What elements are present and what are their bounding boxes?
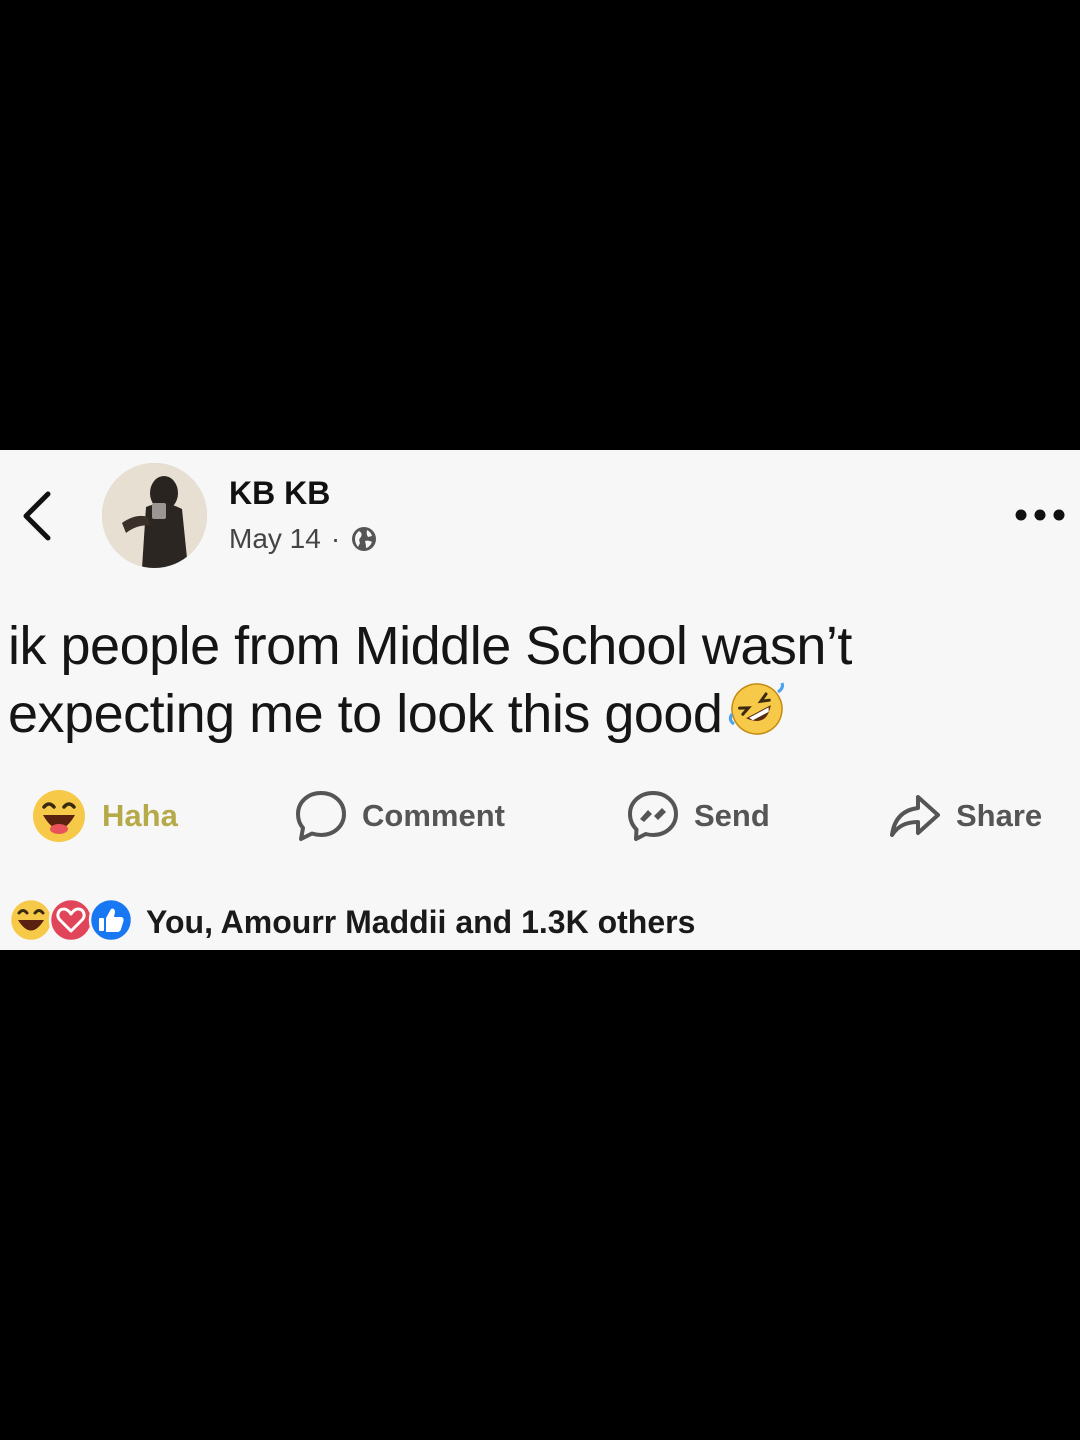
- post-body: ik people from Middle School wasn’t expe…: [8, 616, 852, 744]
- globe-icon: [352, 527, 377, 551]
- post-date[interactable]: May 14: [229, 523, 321, 555]
- post-text: ik people from Middle School wasn’t expe…: [8, 612, 1068, 754]
- more-icon: [1015, 509, 1065, 521]
- share-label: Share: [956, 798, 1043, 833]
- haha-label: Haha: [102, 798, 178, 833]
- comment-label: Comment: [362, 798, 505, 833]
- haha-reaction-button[interactable]: Haha: [32, 788, 178, 844]
- comment-icon: [296, 791, 346, 841]
- author-name[interactable]: KB KB: [229, 475, 330, 512]
- share-button[interactable]: Share: [888, 788, 1042, 844]
- send-label: Send: [694, 798, 770, 833]
- comment-button[interactable]: Comment: [294, 788, 505, 844]
- reactions-summary[interactable]: You, Amourr Maddii and 1.3K others: [8, 896, 695, 948]
- meta-separator: ·: [330, 523, 341, 554]
- send-button[interactable]: Send: [626, 788, 770, 844]
- more-options-button[interactable]: [1014, 505, 1066, 525]
- like-icon: [88, 897, 134, 948]
- chevron-left-icon: [23, 491, 51, 541]
- reactions-summary-text: You, Amourr Maddii and 1.3K others: [146, 903, 696, 940]
- post-meta: May 14 ·: [229, 523, 378, 555]
- reaction-icons: [8, 897, 134, 948]
- avatar-photo: [102, 463, 207, 568]
- rolling-on-floor-laughing-emoji-icon: [728, 680, 786, 754]
- messenger-icon: [628, 791, 678, 841]
- haha-icon: [33, 790, 85, 842]
- share-arrow-icon: [890, 795, 940, 837]
- avatar[interactable]: [102, 463, 207, 568]
- back-button[interactable]: [18, 488, 58, 544]
